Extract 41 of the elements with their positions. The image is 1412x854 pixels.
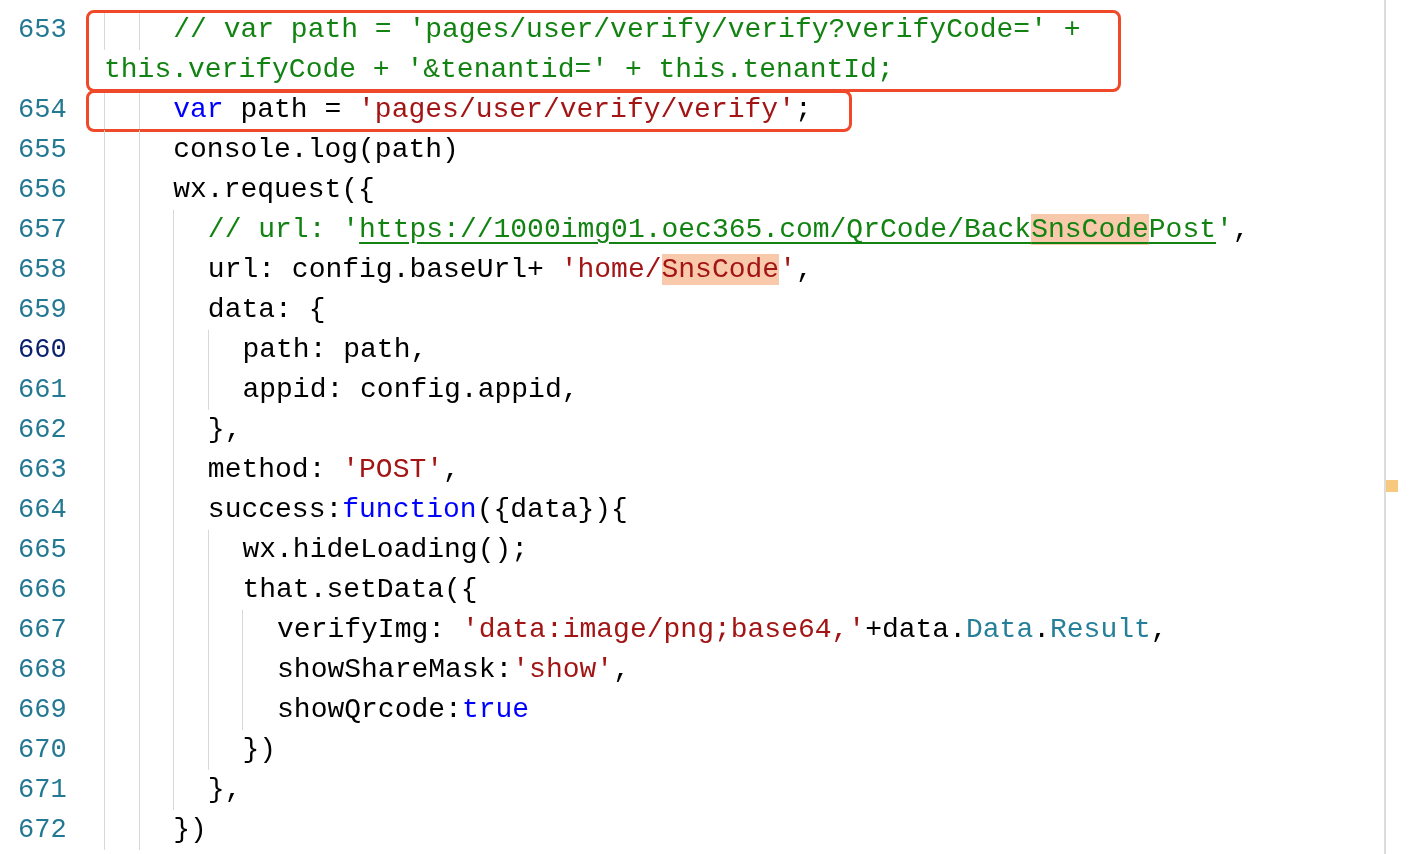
code-line: // var path = 'pages/user/verify/verify?verifyCode=' + this.verifyCode + '&tenantid=' + this.tenantId; xyxy=(104,10,1081,90)
code-line: }, xyxy=(104,410,242,450)
line-number: 666 xyxy=(17,574,68,607)
line-number: 658 xyxy=(17,254,68,287)
line-number: 657 xyxy=(17,214,68,247)
code-line: appid: config.appid, xyxy=(104,370,579,410)
line-number: 659 xyxy=(17,294,68,327)
code-line: url: config.baseUrl+ 'home/SnsCode', xyxy=(104,250,813,290)
line-number: 667 xyxy=(17,614,68,647)
code-line: }) xyxy=(104,730,277,770)
line-number: 663 xyxy=(17,454,68,487)
overview-marker xyxy=(1386,480,1398,492)
code-line: data: { xyxy=(104,290,326,330)
code-line: wx.request({ xyxy=(104,170,375,210)
line-number: 665 xyxy=(17,534,68,567)
code-line: // url: 'https://1000img01.oec365.com/QrCode/BackSnsCodePost', xyxy=(104,210,1250,250)
line-number: 653 xyxy=(17,14,68,47)
line-number: 655 xyxy=(17,134,68,167)
code-line: success:function({data}){ xyxy=(104,490,628,530)
code-line: }, xyxy=(104,770,242,810)
code-line: showQrcode:true xyxy=(104,690,530,730)
line-number: 664 xyxy=(17,494,68,527)
code-line: var path = 'pages/user/verify/verify'; xyxy=(104,90,812,130)
line-number: 662 xyxy=(17,414,68,447)
line-number: 668 xyxy=(17,654,68,687)
line-number: 671 xyxy=(17,774,68,807)
code-line: showShareMask:'show', xyxy=(104,650,630,690)
code-line: that.setData({ xyxy=(104,570,478,610)
line-number: 654 xyxy=(17,94,68,127)
code-line: method: 'POST', xyxy=(104,450,460,490)
code-line: }) xyxy=(104,810,207,850)
line-number: 661 xyxy=(17,374,68,407)
code-line: console.log(path) xyxy=(104,130,459,170)
line-number: 672 xyxy=(17,814,68,847)
line-number: 660 xyxy=(17,334,68,367)
line-number: 656 xyxy=(17,174,68,207)
code-line: wx.hideLoading(); xyxy=(104,530,529,570)
line-number: 670 xyxy=(17,734,68,767)
code-line: verifyImg: 'data:image/png;base64,'+data.Data.Result, xyxy=(104,610,1168,650)
line-number: 669 xyxy=(17,694,68,727)
code-line: path: path, xyxy=(104,330,428,370)
